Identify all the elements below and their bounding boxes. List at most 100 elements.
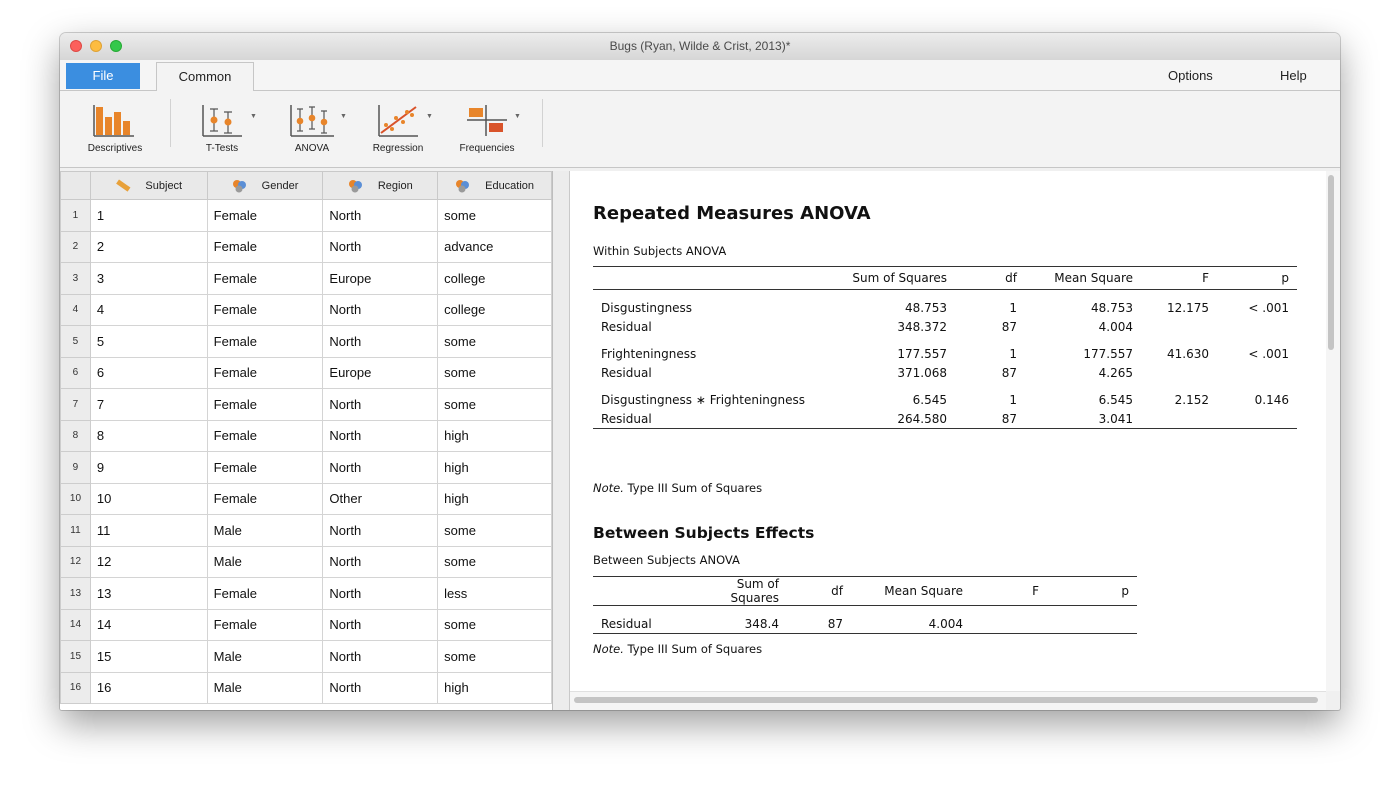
row-number[interactable]: 13 [60, 577, 91, 610]
help-menu[interactable]: Help [1280, 68, 1307, 83]
grid-cell[interactable]: 1 [89, 199, 208, 232]
grid-cell[interactable]: Female [206, 451, 324, 484]
row-number[interactable]: 10 [60, 482, 91, 515]
grid-cell[interactable]: Male [206, 640, 324, 673]
grid-cell[interactable]: North [322, 230, 439, 263]
grid-cell[interactable]: college [437, 262, 552, 295]
grid-cell[interactable]: 8 [89, 419, 208, 452]
grid-cell[interactable]: college [437, 293, 552, 326]
grid-cell[interactable]: advance [437, 230, 552, 263]
row-number[interactable]: 5 [60, 325, 91, 358]
grid-cell[interactable]: Female [206, 388, 324, 421]
results-vertical-scroll-thumb[interactable] [1328, 175, 1334, 350]
row-number[interactable]: 6 [60, 356, 91, 389]
frequencies-button[interactable]: Frequencies ▼ [452, 99, 522, 154]
grid-cell[interactable]: 9 [89, 451, 208, 484]
grid-cell[interactable]: North [322, 451, 439, 484]
grid-cell[interactable]: 10 [89, 482, 208, 515]
grid-cell[interactable]: Other [322, 482, 439, 515]
grid-cell[interactable]: Female [206, 419, 324, 452]
note-label: Note. [593, 642, 624, 656]
grid-cell[interactable]: Europe [322, 262, 439, 295]
grid-cell[interactable]: Female [206, 325, 324, 358]
grid-cell[interactable]: Male [206, 545, 324, 578]
row-number[interactable]: 1 [60, 199, 91, 232]
grid-cell[interactable]: 5 [89, 325, 208, 358]
column-header-region[interactable]: Region [322, 171, 439, 200]
grid-cell[interactable]: Female [206, 199, 324, 232]
grid-cell[interactable]: some [437, 325, 552, 358]
column-header-gender[interactable]: Gender [206, 171, 324, 200]
row-number[interactable]: 14 [60, 608, 91, 641]
grid-cell[interactable]: Female [206, 608, 324, 641]
row-number[interactable]: 4 [60, 293, 91, 326]
grid-cell[interactable]: 12 [89, 545, 208, 578]
grid-cell[interactable]: 14 [89, 608, 208, 641]
grid-cell[interactable]: 4 [89, 293, 208, 326]
grid-cell[interactable]: 6 [89, 356, 208, 389]
grid-cell[interactable]: North [322, 419, 439, 452]
grid-cell[interactable]: Female [206, 356, 324, 389]
grid-cell[interactable]: 13 [89, 577, 208, 610]
grid-cell[interactable]: North [322, 608, 439, 641]
panel-splitter[interactable] [553, 171, 570, 710]
common-tab[interactable]: Common [156, 62, 254, 91]
grid-cell[interactable]: Female [206, 482, 324, 515]
regression-button[interactable]: Regression ▼ [366, 99, 433, 154]
file-tab[interactable]: File [66, 63, 140, 89]
grid-cell[interactable]: some [437, 640, 552, 673]
grid-cell[interactable]: Europe [322, 356, 439, 389]
grid-cell[interactable]: 3 [89, 262, 208, 295]
row-number[interactable]: 3 [60, 262, 91, 295]
grid-cell[interactable]: 15 [89, 640, 208, 673]
grid-cell[interactable]: Male [206, 514, 324, 547]
grid-cell[interactable]: some [437, 608, 552, 641]
grid-cell[interactable]: North [322, 199, 439, 232]
row-number[interactable]: 11 [60, 514, 91, 547]
grid-cell[interactable]: high [437, 451, 552, 484]
results-horizontal-scroll-thumb[interactable] [574, 697, 1318, 703]
grid-cell[interactable]: Female [206, 293, 324, 326]
descriptives-button[interactable]: Descriptives [78, 99, 152, 154]
row-number[interactable]: 2 [60, 230, 91, 263]
grid-cell[interactable]: some [437, 356, 552, 389]
row-number[interactable]: 16 [60, 671, 91, 704]
grid-cell[interactable]: less [437, 577, 552, 610]
grid-cell[interactable]: North [322, 388, 439, 421]
grid-cell[interactable]: North [322, 514, 439, 547]
grid-cell[interactable]: North [322, 545, 439, 578]
grid-cell[interactable]: 16 [89, 671, 208, 704]
grid-cell[interactable]: North [322, 293, 439, 326]
row-number[interactable]: 8 [60, 419, 91, 452]
grid-cell[interactable]: North [322, 577, 439, 610]
grid-cell[interactable]: some [437, 545, 552, 578]
grid-cell[interactable]: Female [206, 262, 324, 295]
corner-cell[interactable] [60, 171, 91, 200]
grid-cell[interactable]: 2 [89, 230, 208, 263]
grid-cell[interactable]: some [437, 514, 552, 547]
row-number[interactable]: 15 [60, 640, 91, 673]
grid-cell[interactable]: Female [206, 230, 324, 263]
grid-cell[interactable]: North [322, 325, 439, 358]
grid-cell[interactable]: North [322, 671, 439, 704]
row-number[interactable]: 12 [60, 545, 91, 578]
grid-cell[interactable]: high [437, 482, 552, 515]
grid-cell[interactable]: Male [206, 671, 324, 704]
toolbar: Descriptives T-Tests ▼ ANOVA ▼ Regressio… [60, 91, 1340, 168]
t-tests-button[interactable]: T-Tests ▼ [192, 99, 257, 154]
grid-cell[interactable]: high [437, 671, 552, 704]
column-header-education[interactable]: Education [437, 171, 552, 200]
row-number[interactable]: 7 [60, 388, 91, 421]
row-number[interactable]: 9 [60, 451, 91, 484]
grid-cell[interactable]: North [322, 640, 439, 673]
grid-cell[interactable]: Female [206, 577, 324, 610]
options-menu[interactable]: Options [1168, 68, 1213, 83]
grid-cell[interactable]: high [437, 419, 552, 452]
grid-cell[interactable]: 11 [89, 514, 208, 547]
grid-cell[interactable]: 7 [89, 388, 208, 421]
grid-cell[interactable]: some [437, 388, 552, 421]
anova-button[interactable]: ANOVA ▼ [282, 99, 347, 154]
data-grid[interactable]: Subject Gender Region Education 1 1 Fema… [60, 171, 553, 710]
column-header-subject[interactable]: Subject [89, 171, 208, 200]
grid-cell[interactable]: some [437, 199, 552, 232]
